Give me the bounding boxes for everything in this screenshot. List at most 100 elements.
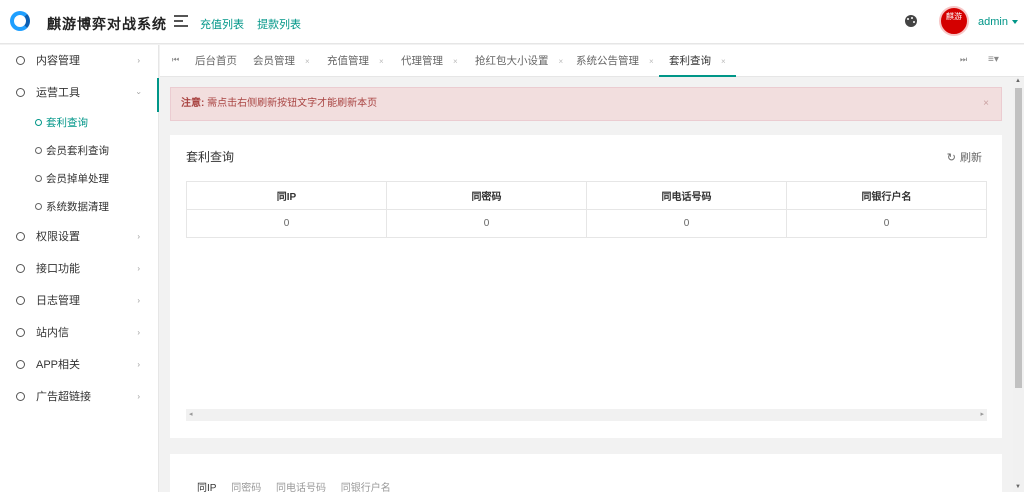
- tabs-next-icon[interactable]: ⏭: [960, 55, 967, 65]
- sidebar-item-label: 内容管理: [36, 55, 80, 67]
- bottom-tabs: 同IP 同密码 同电话号码 同银行户名: [197, 479, 403, 492]
- arbitrage-table: 同IP 同密码 同电话号码 同银行户名 0 0 0 0: [186, 181, 987, 238]
- sidebar-item-label: 运营工具: [36, 87, 80, 99]
- sidebar-item-api[interactable]: 接口功能 ›: [0, 253, 158, 285]
- page-tabs: ⏮ 后台首页 会员管理 × 充值管理 × 代理管理 × 抢红包大小设置 × 系统公告管理…: [160, 45, 1024, 77]
- circle-icon: [16, 360, 25, 369]
- recharge-list-link[interactable]: 充值列表: [200, 19, 244, 31]
- circle-icon: [35, 203, 42, 210]
- main-content: 注意: 需点击右侧刷新按钮文字才能刷新本页 × 套利查询 ↻ 刷新 同IP 同密码…: [160, 78, 1012, 492]
- sidebar-sub-dropped-orders[interactable]: 会员掉单处理: [0, 165, 158, 193]
- scroll-up-icon[interactable]: ▲: [1015, 78, 1021, 84]
- notice-alert: 注意: 需点击右侧刷新按钮文字才能刷新本页 ×: [170, 87, 1002, 121]
- sidebar-sub-label: 系统数据清理: [46, 201, 109, 213]
- tab-label: 代理管理: [401, 55, 443, 67]
- avatar[interactable]: 麒游: [939, 6, 969, 36]
- bottom-tab-same-bank-name[interactable]: 同银行户名: [341, 483, 391, 492]
- sidebar-sub-label: 会员套利查询: [46, 145, 109, 157]
- sidebar-sub-member-arbitrage[interactable]: 会员套利查询: [0, 137, 158, 165]
- sidebar-item-messages[interactable]: 站内信 ›: [0, 317, 158, 349]
- sidebar-sub-label: 会员掉单处理: [46, 173, 109, 185]
- scroll-down-icon[interactable]: ▼: [1015, 484, 1021, 490]
- chevron-right-icon: ›: [137, 264, 140, 273]
- sidebar-sub-label: 套利查询: [46, 117, 88, 129]
- card-title: 套利查询: [186, 150, 235, 164]
- tab-label: 抢红包大小设置: [475, 55, 549, 67]
- menu-toggle-icon[interactable]: [174, 15, 188, 27]
- tab-agents[interactable]: 代理管理 ×: [401, 45, 458, 77]
- tab-label: 会员管理: [253, 55, 295, 67]
- tab-members[interactable]: 会员管理 ×: [253, 45, 310, 77]
- close-icon[interactable]: ×: [559, 57, 564, 66]
- tab-announcements[interactable]: 系统公告管理 ×: [576, 45, 654, 77]
- circle-icon: [16, 328, 25, 337]
- scroll-right-icon[interactable]: ▸: [980, 410, 984, 418]
- table-cell: 0: [586, 209, 787, 238]
- circle-icon: [16, 392, 25, 401]
- sidebar-active-indicator: [157, 78, 159, 112]
- table-header-cell: 同银行户名: [786, 181, 987, 210]
- bottom-tab-same-phone[interactable]: 同电话号码: [276, 483, 326, 492]
- circle-icon: [16, 56, 25, 65]
- sidebar-item-operations[interactable]: 运营工具 ›: [0, 77, 158, 109]
- scroll-left-icon[interactable]: ◂: [189, 410, 193, 418]
- tab-label: 系统公告管理: [576, 55, 639, 67]
- horizontal-scrollbar[interactable]: ◂ ▸: [186, 409, 987, 421]
- circle-icon: [16, 296, 25, 305]
- sidebar-sub-data-cleanup[interactable]: 系统数据清理: [0, 193, 158, 221]
- sidebar-item-app[interactable]: APP相关 ›: [0, 349, 158, 381]
- chevron-right-icon: ›: [137, 360, 140, 369]
- tab-label: 后台首页: [195, 55, 237, 67]
- app-title: 麒游博弈对战系统: [47, 16, 167, 32]
- sidebar-item-content[interactable]: 内容管理 ›: [0, 45, 158, 77]
- table-cell: 0: [186, 209, 387, 238]
- tab-label: 充值管理: [327, 55, 369, 67]
- refresh-icon: ↻: [946, 152, 956, 164]
- tab-home[interactable]: 后台首页: [195, 45, 237, 77]
- sidebar-item-label: 权限设置: [36, 231, 80, 243]
- sidebar-item-logs[interactable]: 日志管理 ›: [0, 285, 158, 317]
- vertical-scrollbar[interactable]: ▲ ▼: [1013, 78, 1024, 492]
- tab-red-packet[interactable]: 抢红包大小设置 ×: [475, 45, 563, 77]
- user-menu[interactable]: admin: [978, 16, 1018, 28]
- chevron-right-icon: ›: [137, 56, 140, 65]
- chevron-right-icon: ›: [137, 392, 140, 401]
- circle-icon: [16, 264, 25, 273]
- close-icon[interactable]: ×: [649, 57, 654, 66]
- tab-label: 套利查询: [669, 55, 711, 67]
- sidebar: 内容管理 › 运营工具 › 套利查询 会员套利查询 会员掉单处理 系统数据清理 …: [0, 45, 159, 492]
- scrollbar-thumb[interactable]: [1015, 88, 1022, 388]
- refresh-button[interactable]: ↻ 刷新: [947, 149, 986, 165]
- chevron-right-icon: ›: [137, 232, 140, 241]
- refresh-label: 刷新: [960, 152, 982, 164]
- withdraw-list-link[interactable]: 提款列表: [257, 19, 301, 31]
- sidebar-item-ad-links[interactable]: 广告超链接 ›: [0, 381, 158, 413]
- chevron-right-icon: ›: [137, 296, 140, 305]
- table-header-cell: 同密码: [386, 181, 587, 210]
- palette-icon[interactable]: [905, 15, 917, 27]
- sidebar-item-label: 接口功能: [36, 263, 80, 275]
- tabs-more-icon[interactable]: ≡▾: [988, 54, 999, 65]
- sidebar-sub-arbitrage[interactable]: 套利查询: [0, 109, 158, 137]
- table-header-row: 同IP 同密码 同电话号码 同银行户名: [186, 181, 987, 210]
- tab-recharge[interactable]: 充值管理 ×: [327, 45, 384, 77]
- chevron-right-icon: ›: [137, 328, 140, 337]
- close-icon[interactable]: ×: [305, 57, 310, 66]
- circle-icon: [35, 119, 42, 126]
- tab-arbitrage[interactable]: 套利查询 ×: [659, 45, 736, 77]
- tabs-prev-icon[interactable]: ⏮: [172, 55, 179, 65]
- circle-icon: [16, 88, 25, 97]
- close-icon[interactable]: ×: [379, 57, 384, 66]
- table-cell: 0: [386, 209, 587, 238]
- circle-icon: [35, 175, 42, 182]
- sidebar-item-permissions[interactable]: 权限设置 ›: [0, 221, 158, 253]
- top-header: 麒游博弈对战系统 充值列表 提款列表 麒游 admin: [0, 0, 1024, 44]
- close-icon[interactable]: ×: [983, 88, 989, 120]
- bottom-tab-same-ip[interactable]: 同IP: [197, 483, 216, 492]
- bottom-tab-same-password[interactable]: 同密码: [231, 483, 261, 492]
- close-icon[interactable]: ×: [453, 57, 458, 66]
- close-icon[interactable]: ×: [721, 57, 726, 66]
- arbitrage-card: 套利查询 ↻ 刷新 同IP 同密码 同电话号码 同银行户名 0 0 0 0 ◂ …: [170, 135, 1002, 438]
- bottom-card: 同IP 同密码 同电话号码 同银行户名: [170, 454, 1002, 492]
- sidebar-item-label: 日志管理: [36, 295, 80, 307]
